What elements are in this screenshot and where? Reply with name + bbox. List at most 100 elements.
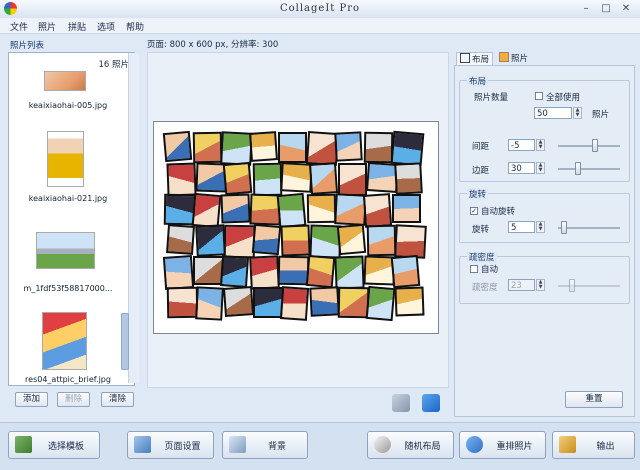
density-slider[interactable]: [558, 285, 620, 287]
reset-button[interactable]: 重置: [565, 391, 623, 408]
export-button[interactable]: 输出: [552, 431, 635, 459]
collage-photo[interactable]: [223, 224, 256, 259]
collage-photo[interactable]: [334, 193, 367, 226]
scrollbar-thumb[interactable]: [121, 313, 129, 370]
menu-options[interactable]: 选项: [97, 20, 115, 33]
collage-photo[interactable]: [392, 194, 421, 223]
photo-thumbnail[interactable]: [47, 131, 84, 187]
collage-photo[interactable]: [194, 224, 226, 257]
collage-photo[interactable]: [251, 223, 281, 256]
collage-photo[interactable]: [365, 285, 395, 322]
collage-photo[interactable]: [166, 162, 197, 197]
page-setup-button[interactable]: 页面设置: [127, 431, 214, 459]
collage-photo[interactable]: [252, 162, 282, 197]
fit-view-icon[interactable]: [422, 394, 440, 412]
photo-count-input[interactable]: 50: [534, 107, 572, 119]
density-slider-thumb[interactable]: [569, 279, 575, 292]
menu-help[interactable]: 帮助: [126, 20, 144, 33]
spacing-spinner[interactable]: ▲ ▼: [536, 139, 545, 151]
collage-photo[interactable]: [278, 132, 307, 163]
collage-photo[interactable]: [248, 131, 278, 162]
collage-photo[interactable]: [338, 163, 367, 196]
collage-photo[interactable]: [362, 193, 392, 228]
collage-photo[interactable]: [223, 286, 254, 317]
minimize-icon[interactable]: –: [576, 2, 596, 15]
spacing-input[interactable]: -5: [508, 139, 535, 151]
collage-photo[interactable]: [305, 254, 335, 289]
menu-file[interactable]: 文件: [10, 20, 28, 33]
crop-tool-icon[interactable]: [392, 394, 410, 412]
photo-list-scrollbar[interactable]: [128, 53, 139, 383]
collage-photo[interactable]: [220, 193, 251, 224]
tab-layout[interactable]: 布局: [456, 52, 494, 66]
density-auto-checkbox[interactable]: [470, 265, 478, 273]
tab-photo[interactable]: 照片: [496, 52, 531, 65]
photo-thumbnail[interactable]: [44, 71, 86, 91]
collage-photo[interactable]: [248, 255, 280, 290]
margin-slider-thumb[interactable]: [575, 162, 581, 175]
clear-button[interactable]: 清除: [101, 392, 134, 407]
background-button[interactable]: 背景: [222, 431, 308, 459]
photo-filename[interactable]: keaixiaohai-021.jpg: [9, 194, 127, 203]
density-spinner[interactable]: ▲ ▼: [536, 279, 545, 291]
collage-photo[interactable]: [162, 255, 195, 290]
collage-photo[interactable]: [219, 255, 250, 288]
collage-photo[interactable]: [222, 161, 253, 196]
random-layout-button[interactable]: 随机布局: [367, 431, 454, 459]
photo-thumbnail[interactable]: [36, 232, 95, 269]
collage-photo[interactable]: [334, 131, 363, 162]
menu-photo[interactable]: 照片: [38, 20, 56, 33]
maximize-icon[interactable]: □: [596, 2, 616, 15]
collage-photo[interactable]: [280, 224, 311, 257]
density-input[interactable]: 23: [508, 279, 535, 291]
rotation-slider-thumb[interactable]: [561, 221, 567, 234]
collage-photo[interactable]: [279, 286, 310, 321]
collage-photo[interactable]: [390, 130, 425, 167]
margin-spinner[interactable]: ▲ ▼: [536, 162, 545, 174]
collage-photo[interactable]: [162, 130, 193, 163]
photo-filename[interactable]: keaixiaohai-005.jpg: [9, 101, 127, 110]
spacing-slider-thumb[interactable]: [592, 139, 598, 152]
collage-photo[interactable]: [194, 286, 224, 321]
collage-preview[interactable]: [162, 130, 427, 322]
rotation-slider[interactable]: [558, 227, 620, 229]
collage-photo[interactable]: [336, 223, 367, 256]
collage-photo[interactable]: [306, 193, 336, 224]
collage-photo[interactable]: [166, 224, 195, 255]
collage-photo[interactable]: [337, 286, 370, 319]
collage-photo[interactable]: [308, 162, 338, 195]
menu-collage[interactable]: 拼贴: [68, 20, 86, 33]
collage-photo[interactable]: [366, 224, 396, 257]
photo-filename[interactable]: m_1fdf53f58817000...: [9, 284, 127, 293]
shuffle-photos-button[interactable]: 重排照片: [459, 431, 546, 459]
collage-photo[interactable]: [192, 256, 224, 285]
photo-list[interactable]: 16 照片 keaixiaohai-005.jpg keaixiaohai-02…: [8, 52, 139, 386]
collage-photo[interactable]: [394, 224, 427, 259]
collage-photo[interactable]: [363, 131, 393, 164]
add-button[interactable]: 添加: [15, 392, 48, 407]
collage-photo[interactable]: [163, 193, 196, 226]
select-template-button[interactable]: 选择模板: [8, 431, 100, 459]
collage-photo[interactable]: [277, 255, 310, 286]
close-icon[interactable]: ✕: [616, 2, 636, 15]
collage-photo[interactable]: [220, 131, 253, 166]
collage-photo[interactable]: [192, 131, 222, 164]
collage-photo[interactable]: [191, 192, 221, 229]
collage-photo[interactable]: [394, 162, 423, 195]
spacing-slider[interactable]: [558, 145, 620, 147]
photo-count-spinner[interactable]: ▲ ▼: [573, 107, 582, 119]
collage-photo[interactable]: [390, 254, 421, 289]
collage-photo[interactable]: [252, 287, 284, 318]
collage-photo[interactable]: [394, 286, 425, 317]
remove-button[interactable]: 删除: [57, 392, 90, 407]
collage-photo[interactable]: [308, 286, 340, 317]
rotation-input[interactable]: 5: [508, 221, 535, 233]
margin-slider[interactable]: [558, 168, 620, 170]
collage-photo[interactable]: [276, 192, 307, 229]
use-all-checkbox[interactable]: [535, 92, 543, 100]
collage-photo[interactable]: [166, 286, 199, 319]
margin-input[interactable]: 30: [508, 162, 535, 174]
rotation-spinner[interactable]: ▲ ▼: [536, 221, 545, 233]
photo-filename[interactable]: res04_attpic_brief.jpg: [9, 375, 127, 384]
collage-photo[interactable]: [334, 255, 365, 290]
